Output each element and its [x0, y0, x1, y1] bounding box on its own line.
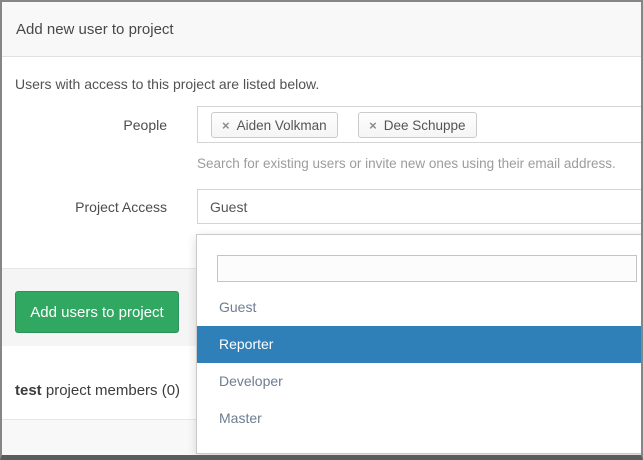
dropdown-option-guest[interactable]: Guest: [197, 289, 643, 326]
add-users-button[interactable]: Add users to project: [15, 291, 179, 333]
token-name: Dee Schuppe: [384, 118, 466, 133]
dropdown-option-master[interactable]: Master: [197, 400, 643, 437]
project-access-select[interactable]: Guest: [197, 189, 643, 224]
access-dropdown: Guest Reporter Developer Master: [196, 234, 643, 454]
dropdown-options-list: Guest Reporter Developer Master: [197, 289, 643, 437]
people-help-text: Search for existing users or invite new …: [197, 156, 616, 171]
dropdown-search-input[interactable]: [217, 255, 637, 282]
panel-title: Add new user to project: [16, 21, 174, 38]
intro-text: Users with access to this project are li…: [15, 76, 319, 92]
remove-token-icon[interactable]: ×: [222, 118, 230, 133]
token-name: Aiden Volkman: [237, 118, 327, 133]
people-label: People: [2, 117, 167, 133]
selected-access-value: Guest: [210, 199, 247, 215]
members-heading: test project members (0): [15, 382, 180, 399]
dropdown-option-reporter[interactable]: Reporter: [197, 326, 643, 363]
project-access-label: Project Access: [2, 199, 167, 215]
remove-token-icon[interactable]: ×: [369, 118, 377, 133]
members-heading-suffix: project members (0): [42, 382, 180, 399]
user-token: × Dee Schuppe: [358, 112, 476, 138]
people-token-input[interactable]: × Aiden Volkman × Dee Schuppe: [197, 106, 643, 143]
project-name: test: [15, 382, 42, 399]
add-user-panel: Add new user to project Users with acces…: [0, 0, 643, 460]
panel-heading: Add new user to project: [2, 2, 641, 57]
dropdown-option-developer[interactable]: Developer: [197, 363, 643, 400]
user-token: × Aiden Volkman: [211, 112, 338, 138]
